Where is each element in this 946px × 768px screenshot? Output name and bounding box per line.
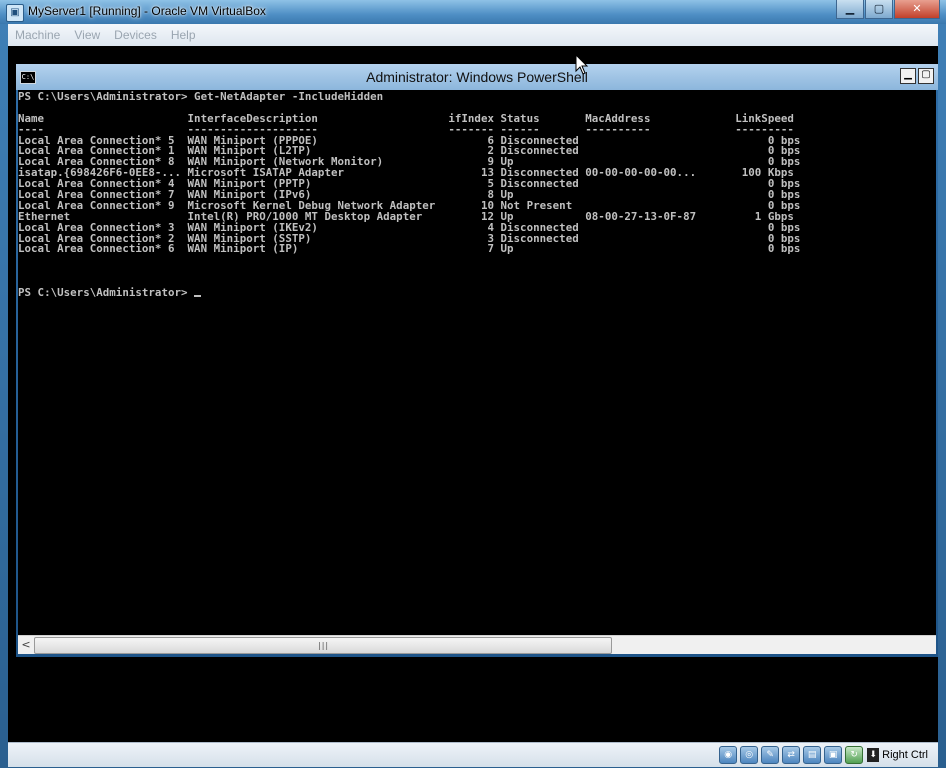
scrollbar-grip-icon: ||| xyxy=(318,641,330,650)
console-line: Local Area Connection* 6 WAN Miniport (I… xyxy=(18,242,801,256)
window-controls: ▁ ▢ ✕ xyxy=(835,0,940,20)
scroll-left-arrow-icon[interactable]: < xyxy=(18,636,34,654)
mouse-pointer-icon xyxy=(575,54,589,75)
usb-icon[interactable]: ✎ xyxy=(761,746,780,764)
horizontal-scrollbar[interactable]: < ||| xyxy=(18,635,936,654)
text-cursor xyxy=(194,295,202,298)
powershell-title: Administrator: Windows PowerShell xyxy=(366,69,588,85)
console-output: PS C:\Users\Administrator> Get-NetAdapte… xyxy=(18,90,936,299)
virtualbox-window: ▣ MyServer1 [Running] - Oracle VM Virtua… xyxy=(0,0,946,768)
powershell-window: C:\ Administrator: Windows PowerShell ▁ … xyxy=(16,64,938,657)
prompt-line[interactable]: PS C:\Users\Administrator> xyxy=(18,286,936,300)
display-icon[interactable]: ▣ xyxy=(824,746,843,764)
menu-devices[interactable]: Devices xyxy=(107,28,164,42)
vbox-menubar: Machine View Devices Help xyxy=(8,24,938,47)
network-icon[interactable]: ⇄ xyxy=(782,746,801,764)
scrollbar-thumb[interactable]: ||| xyxy=(34,637,612,654)
status-icons: ◉ ◎ ✎ ⇄ ▤ ▣ ↻ ⬇ Right Ctrl xyxy=(716,746,928,764)
close-button[interactable]: ✕ xyxy=(894,0,940,19)
optical-drive-icon[interactable]: ◎ xyxy=(740,746,759,764)
vbox-window-title: MyServer1 [Running] - Oracle VM VirtualB… xyxy=(28,4,266,18)
menu-machine[interactable]: Machine xyxy=(8,28,67,42)
host-key-arrow-icon: ⬇ xyxy=(867,748,880,762)
shared-folders-icon[interactable]: ▤ xyxy=(803,746,822,764)
ps-minimize-button[interactable]: ▁ xyxy=(900,68,916,84)
menu-help[interactable]: Help xyxy=(164,28,203,42)
maximize-button[interactable]: ▢ xyxy=(865,0,893,19)
vbox-titlebar[interactable]: ▣ MyServer1 [Running] - Oracle VM Virtua… xyxy=(0,0,946,24)
vbox-statusbar: ◉ ◎ ✎ ⇄ ▤ ▣ ↻ ⬇ Right Ctrl xyxy=(8,742,938,767)
ps-maximize-button[interactable]: ▢ xyxy=(918,68,934,84)
virtualbox-app-icon: ▣ xyxy=(6,4,24,22)
capture-icon[interactable]: ↻ xyxy=(845,746,864,764)
minimize-button[interactable]: ▁ xyxy=(836,0,864,19)
powershell-titlebar[interactable]: C:\ Administrator: Windows PowerShell ▁ … xyxy=(16,64,938,90)
hard-disk-icon[interactable]: ◉ xyxy=(719,746,738,764)
powershell-console[interactable]: PS C:\Users\Administrator> Get-NetAdapte… xyxy=(18,90,936,635)
host-key-label: Right Ctrl xyxy=(882,749,928,761)
vm-display[interactable]: C:\ Administrator: Windows PowerShell ▁ … xyxy=(8,46,938,742)
console-line: PS C:\Users\Administrator> Get-NetAdapte… xyxy=(18,90,384,103)
menu-view[interactable]: View xyxy=(67,28,107,42)
console-prompt: PS C:\Users\Administrator> xyxy=(18,286,195,300)
